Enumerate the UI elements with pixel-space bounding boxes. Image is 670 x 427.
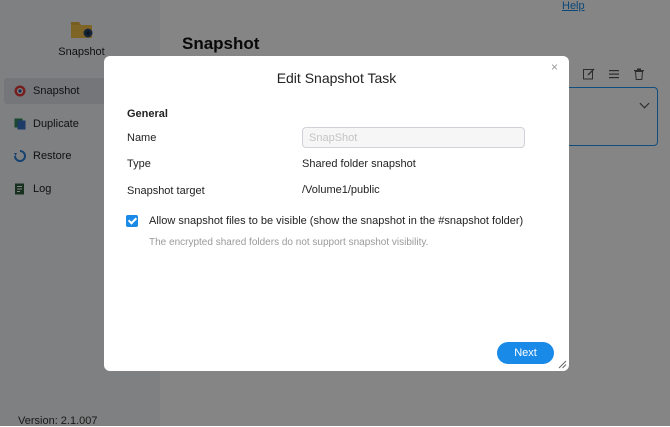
section-title: General	[127, 108, 168, 120]
name-label: Name	[127, 132, 157, 144]
close-icon[interactable]: ×	[551, 60, 558, 74]
type-label: Type	[127, 158, 151, 170]
encryption-hint: The encrypted shared folders do not supp…	[149, 237, 429, 248]
visible-snapshot-checkbox[interactable]	[126, 215, 138, 227]
edit-snapshot-dialog: Edit Snapshot Task × General Name Type S…	[104, 56, 569, 371]
snapshot-target-label: Snapshot target	[127, 185, 205, 197]
snapshot-target-value: /Volume1/public	[302, 184, 380, 196]
name-input[interactable]	[302, 127, 525, 148]
next-button[interactable]: Next	[497, 342, 554, 364]
visible-snapshot-label[interactable]: Allow snapshot files to be visible (show…	[149, 215, 523, 227]
dialog-title: Edit Snapshot Task	[276, 70, 397, 86]
resize-grip-icon[interactable]	[558, 360, 567, 369]
type-value: Shared folder snapshot	[302, 158, 416, 170]
